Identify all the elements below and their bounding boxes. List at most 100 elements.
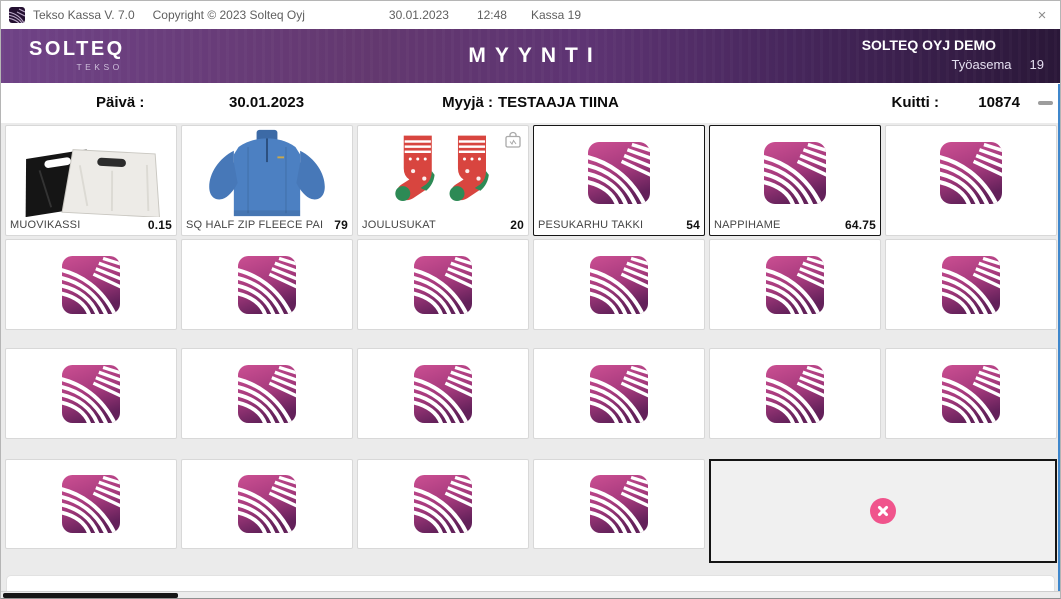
- product-tile-empty[interactable]: [181, 239, 353, 330]
- solteq-placeholder-icon: [942, 365, 1000, 423]
- titlebar-register: Kassa 19: [531, 8, 581, 22]
- product-tile-pesukarhu-takki[interactable]: PESUKARHU TAKKI 54: [533, 125, 705, 236]
- product-tile-empty[interactable]: [885, 348, 1057, 439]
- solteq-placeholder-icon: [766, 365, 824, 423]
- solteq-logo-icon: [9, 7, 25, 23]
- seller-label: Myyjä :: [442, 94, 493, 111]
- product-tile-empty[interactable]: [357, 348, 529, 439]
- product-tile-empty[interactable]: [5, 348, 177, 439]
- app-window: Tekso Kassa V. 7.0 Copyright © 2023 Solt…: [0, 0, 1061, 599]
- solteq-placeholder-icon: [238, 256, 296, 314]
- product-label: [886, 218, 1056, 235]
- product-row: [5, 348, 1057, 439]
- product-tile-empty[interactable]: [533, 459, 705, 549]
- solteq-placeholder-icon: [766, 256, 824, 314]
- product-price: 0.15: [148, 218, 172, 232]
- seller-info: Myyjä : TESTAAJA TIINA: [442, 94, 619, 111]
- window-edge-accent: [1058, 84, 1060, 591]
- titlebar-time: 12:48: [477, 8, 507, 22]
- product-grid: MUOVIKASSI 0.15: [1, 123, 1060, 593]
- product-label: PESUKARHU TAKKI 54: [534, 218, 704, 235]
- product-tile-muovikassi[interactable]: MUOVIKASSI 0.15: [5, 125, 177, 236]
- product-tile-empty[interactable]: [181, 348, 353, 439]
- workstation-info: Työasema 19: [862, 57, 1060, 72]
- product-tile-empty[interactable]: [533, 239, 705, 330]
- product-image-bags: [6, 126, 176, 218]
- solteq-placeholder-icon: [590, 365, 648, 423]
- copyright-text: Copyright © 2023 Solteq Oyj: [153, 8, 305, 22]
- product-tile-nappihame[interactable]: NAPPIHAME 64.75: [709, 125, 881, 236]
- product-image-fleece: [182, 126, 352, 218]
- product-tile-empty[interactable]: [181, 459, 353, 549]
- solteq-placeholder-icon: [590, 256, 648, 314]
- product-label: JOULUSUKAT 20: [358, 218, 528, 235]
- product-price: 54: [686, 218, 700, 232]
- date-label: Päivä :: [96, 94, 144, 111]
- product-label: MUOVIKASSI 0.15: [6, 218, 176, 235]
- product-tile-fleece[interactable]: SQ HALF ZIP FLEECE PAI 79: [181, 125, 353, 236]
- product-name: MUOVIKASSI: [10, 219, 144, 231]
- close-action-button[interactable]: [870, 498, 896, 524]
- brand-subname: TEKSO: [29, 62, 125, 72]
- receipt-label: Kuitti :: [892, 94, 939, 111]
- company-name: SOLTEQ OYJ DEMO: [862, 37, 1060, 53]
- titlebar: Tekso Kassa V. 7.0 Copyright © 2023 Solt…: [1, 1, 1060, 29]
- header-right: SOLTEQ OYJ DEMO Työasema 19: [862, 37, 1060, 72]
- workstation-value: 19: [1030, 57, 1044, 72]
- product-price: 20: [510, 218, 524, 232]
- solteq-placeholder-icon: [414, 475, 472, 533]
- info-bar: Päivä : 30.01.2023 Myyjä : TESTAAJA TIINA…: [1, 83, 1060, 123]
- solteq-placeholder-icon: [942, 256, 1000, 314]
- mini-scrollbar-thumb[interactable]: [1038, 101, 1053, 105]
- product-name: PESUKARHU TAKKI: [538, 219, 682, 231]
- product-name: JOULUSUKAT: [362, 219, 506, 231]
- product-tile-empty[interactable]: [709, 239, 881, 330]
- solteq-placeholder-icon: [414, 365, 472, 423]
- solteq-placeholder-icon: [590, 475, 648, 533]
- product-image-placeholder: [710, 126, 880, 218]
- product-name: NAPPIHAME: [714, 219, 841, 231]
- titlebar-date: 30.01.2023: [389, 8, 449, 22]
- product-tile-empty[interactable]: [533, 348, 705, 439]
- product-tile-empty[interactable]: [5, 239, 177, 330]
- product-row: [5, 239, 1057, 330]
- product-name: SQ HALF ZIP FLEECE PAI: [186, 219, 330, 231]
- product-price: 79: [334, 218, 348, 232]
- brand-name: SOLTEQ: [29, 38, 125, 61]
- close-icon[interactable]: ×: [1032, 5, 1052, 25]
- solteq-placeholder-icon: [238, 475, 296, 533]
- horizontal-scrollbar[interactable]: [1, 591, 1060, 598]
- solteq-placeholder-icon: [62, 365, 120, 423]
- product-label: SQ HALF ZIP FLEECE PAI 79: [182, 218, 352, 235]
- solteq-placeholder-icon: [414, 256, 472, 314]
- product-label: NAPPIHAME 64.75: [710, 218, 880, 235]
- product-image-placeholder: [534, 126, 704, 218]
- product-price: 64.75: [845, 218, 876, 232]
- product-tile-empty[interactable]: [885, 239, 1057, 330]
- product-tile-empty[interactable]: [709, 348, 881, 439]
- product-tile-empty[interactable]: [5, 459, 177, 549]
- scrollbar-thumb[interactable]: [3, 593, 178, 598]
- product-image-placeholder: [886, 126, 1056, 218]
- date-value: 30.01.2023: [229, 94, 304, 111]
- product-row: MUOVIKASSI 0.15: [5, 125, 1057, 235]
- product-tile-empty[interactable]: [357, 459, 529, 549]
- solteq-placeholder-icon: [588, 142, 650, 204]
- product-row: [5, 459, 1057, 563]
- solteq-placeholder-icon: [62, 475, 120, 533]
- product-tile-joulusukat[interactable]: JOULUSUKAT 20: [357, 125, 529, 236]
- bag-icon: [503, 130, 523, 155]
- solteq-placeholder-icon: [764, 142, 826, 204]
- workstation-label: Työasema: [952, 57, 1012, 72]
- product-tile-empty[interactable]: [357, 239, 529, 330]
- product-tile-empty[interactable]: [885, 125, 1057, 236]
- solteq-placeholder-icon: [238, 365, 296, 423]
- app-header: SOLTEQ TEKSO MYYNTI SOLTEQ OYJ DEMO Työa…: [1, 29, 1060, 83]
- drop-panel[interactable]: [709, 459, 1057, 563]
- solteq-placeholder-icon: [940, 142, 1002, 204]
- window-title: Tekso Kassa V. 7.0: [33, 8, 135, 22]
- brand-logo: SOLTEQ TEKSO: [29, 38, 125, 72]
- receipt-number: 10874: [978, 94, 1020, 111]
- page-title: MYYNTI: [459, 44, 601, 68]
- seller-value: TESTAAJA TIINA: [498, 94, 619, 111]
